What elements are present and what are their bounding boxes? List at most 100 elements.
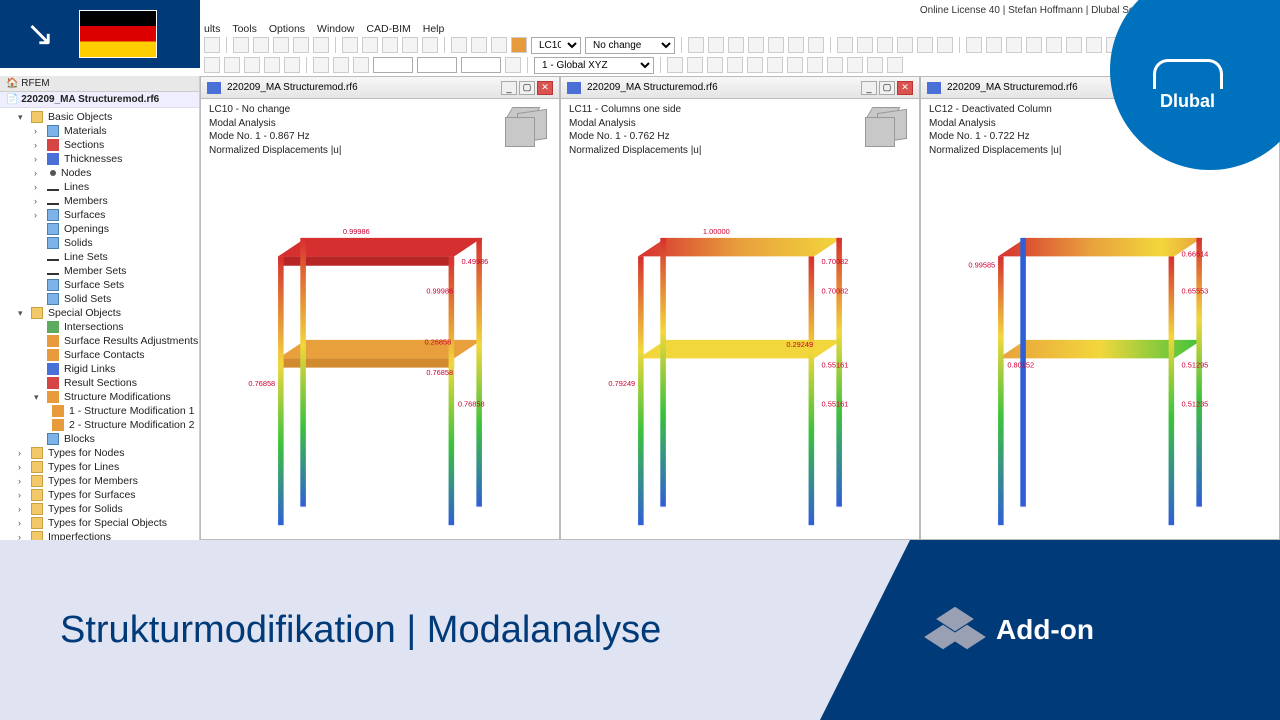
toolbar-icon[interactable] [767,57,783,73]
tree-sm2[interactable]: 2 - Structure Modification 2 [6,418,199,432]
toolbar-icon[interactable] [667,57,683,73]
tree-nodes[interactable]: ›Nodes [6,166,199,180]
toolbar-icon[interactable] [264,57,280,73]
tree-sm1[interactable]: 1 - Structure Modification 1 [6,404,199,418]
model-view[interactable]: 1.00000 0.70082 0.70082 0.29249 0.79249 … [601,187,879,539]
tree-basic-objects[interactable]: ▾Basic Objects [6,110,199,124]
toolbar-icon[interactable] [748,37,764,53]
toolbar-icon[interactable] [857,37,873,53]
tree-openings[interactable]: Openings [6,222,199,236]
toolbar-icon[interactable] [837,37,853,53]
model-view[interactable]: 0.99585 0.66614 0.65553 0.80152 0.51295 … [961,187,1239,539]
tree-tsolids[interactable]: ›Types for Solids [6,502,199,516]
toolbar-icon[interactable] [986,37,1002,53]
toolbar-icon[interactable] [867,57,883,73]
tree-blocks[interactable]: Blocks [6,432,199,446]
toolbar-icon[interactable] [966,37,982,53]
toolbar-icon[interactable] [491,37,507,53]
tree-solidsets[interactable]: Solid Sets [6,292,199,306]
coord-z-input[interactable] [461,57,501,73]
tree-intersections[interactable]: Intersections [6,320,199,334]
tree-resultsec[interactable]: Result Sections [6,376,199,390]
toolbar-icon[interactable] [362,37,378,53]
toolbar-icon[interactable] [768,37,784,53]
toolbar-icon[interactable] [688,37,704,53]
toolbar-icon[interactable] [353,57,369,73]
tree-contacts[interactable]: Surface Contacts [6,348,199,362]
pane-max-button[interactable]: ▢ [519,81,535,95]
toolbar-icon[interactable] [284,57,300,73]
toolbar-icon[interactable] [728,37,744,53]
toolbar-icon[interactable] [687,57,703,73]
pane-min-button[interactable]: _ [501,81,517,95]
toolbar-icon[interactable] [253,37,269,53]
toolbar-icon[interactable] [204,37,220,53]
tree-sections[interactable]: ›Sections [6,138,199,152]
toolbar-icon[interactable] [471,37,487,53]
toolbar-icon[interactable] [827,57,843,73]
toolbar-icon[interactable] [917,37,933,53]
toolbar-icon-ae[interactable] [511,37,527,53]
toolbar-icon[interactable] [807,57,823,73]
toolbar-icon[interactable] [233,37,249,53]
toolbar-icon[interactable] [937,37,953,53]
toolbar-icon[interactable] [422,37,438,53]
toolbar-icon[interactable] [708,37,724,53]
toolbar-icon[interactable] [727,57,743,73]
tree-tmembers[interactable]: ›Types for Members [6,474,199,488]
toolbar-icon[interactable] [747,57,763,73]
tree-linesets[interactable]: Line Sets [6,250,199,264]
change-select[interactable]: No change [585,37,675,54]
tree-lines[interactable]: ›Lines [6,180,199,194]
coord-system-select[interactable]: 1 - Global XYZ [534,57,654,74]
tree-thicknesses[interactable]: ›Thicknesses [6,152,199,166]
toolbar-icon[interactable] [1026,37,1042,53]
tree-tnodes[interactable]: ›Types for Nodes [6,446,199,460]
model-view[interactable]: 0.99986 0.49986 0.99986 0.26858 0.76858 … [241,187,519,539]
toolbar-icon[interactable] [808,37,824,53]
toolbar-icon[interactable] [787,57,803,73]
tree-tspecial[interactable]: ›Types for Special Objects [6,516,199,530]
toolbar-icon[interactable] [342,37,358,53]
tree-membersets[interactable]: Member Sets [6,264,199,278]
toolbar-icon[interactable] [887,57,903,73]
viewport-pane-2[interactable]: 220209_MA Structuremod.rf6 _▢✕ LC11 - Co… [560,76,920,540]
toolbar-icon[interactable] [244,57,260,73]
tree-members[interactable]: ›Members [6,194,199,208]
toolbar-icon[interactable] [847,57,863,73]
navigator-file[interactable]: 📄 220209_MA Structuremod.rf6 [0,92,199,108]
toolbar-icon[interactable] [505,57,521,73]
tree-tsurfaces[interactable]: ›Types for Surfaces [6,488,199,502]
pane-close-button[interactable]: ✕ [897,81,913,95]
toolbar-icon[interactable] [402,37,418,53]
tree-materials[interactable]: ›Materials [6,124,199,138]
toolbar-icon[interactable] [273,37,289,53]
toolbar-icon[interactable] [877,37,893,53]
tree-surfacesets[interactable]: Surface Sets [6,278,199,292]
toolbar-icon[interactable] [313,37,329,53]
loadcase-select[interactable]: LC10 [531,37,581,54]
toolbar-icon[interactable] [382,37,398,53]
viewport-pane-1[interactable]: 220209_MA Structuremod.rf6 _▢✕ LC10 - No… [200,76,560,540]
toolbar-icon[interactable] [897,37,913,53]
tree-rigid[interactable]: Rigid Links [6,362,199,376]
toolbar-icon[interactable] [313,57,329,73]
toolbar-icon[interactable] [1086,37,1102,53]
toolbar-icon[interactable] [204,57,220,73]
tree-tlines[interactable]: ›Types for Lines [6,460,199,474]
orientation-cube-icon[interactable] [861,105,909,151]
toolbar-icon[interactable] [707,57,723,73]
tree-imperf[interactable]: ›Imperfections [6,530,199,540]
toolbar-icon[interactable] [293,37,309,53]
pane-close-button[interactable]: ✕ [537,81,553,95]
coord-x-input[interactable] [373,57,413,73]
tree-solids[interactable]: Solids [6,236,199,250]
tree-special-objects[interactable]: ▾Special Objects [6,306,199,320]
pane-min-button[interactable]: _ [861,81,877,95]
toolbar-icon[interactable] [333,57,349,73]
tree-surfaces[interactable]: ›Surfaces [6,208,199,222]
toolbar-icon[interactable] [788,37,804,53]
toolbar-icon[interactable] [224,57,240,73]
toolbar-icon[interactable] [1066,37,1082,53]
toolbar-icon[interactable] [1006,37,1022,53]
